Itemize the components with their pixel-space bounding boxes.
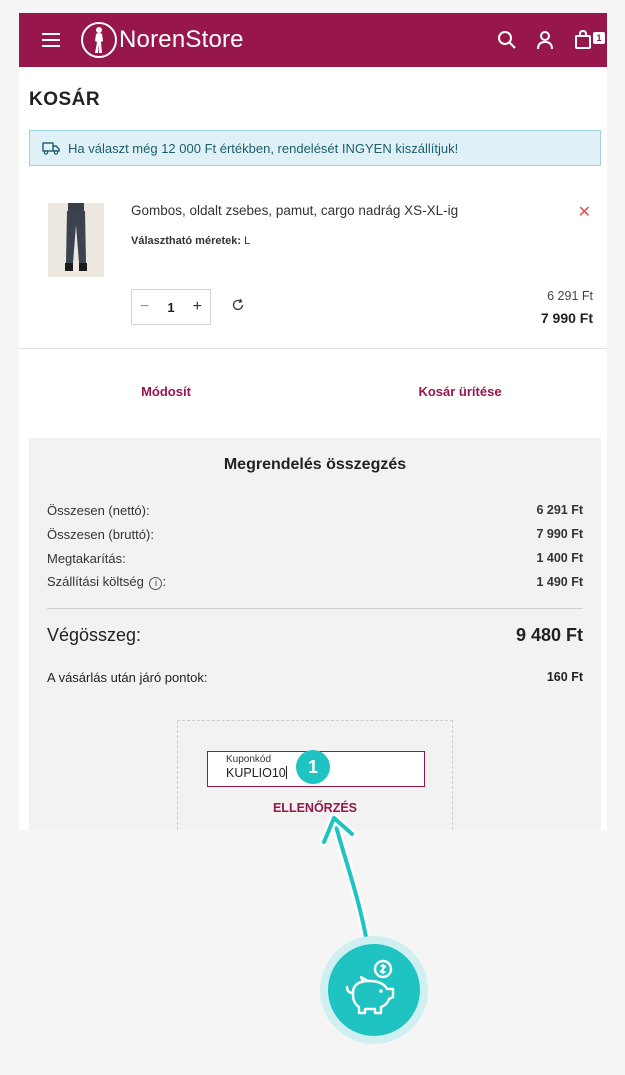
coupon-value: KUPLIO10 (226, 766, 286, 780)
summary-row-shipping: Szállítási költség i: 1 490 Ft (47, 570, 583, 594)
points-value: 160 Ft (546, 670, 583, 684)
row-colon: : (162, 574, 167, 589)
row-label: Megtakarítás: (47, 550, 126, 566)
summary-title: Megrendelés összegzés (223, 456, 407, 473)
points-label: A vásárlás után járó pontok: (47, 670, 208, 685)
total-value: 9 480 Ft (515, 625, 583, 645)
piggy-bank-badge (320, 936, 428, 1044)
cart-item: Gombos, oldalt zsebes, pamut, cargo nadr… (19, 188, 607, 349)
grand-total: Végösszeg: 9 480 Ft (29, 625, 601, 646)
product-name[interactable]: Gombos, oldalt zsebes, pamut, cargo nadr… (131, 203, 458, 218)
check-coupon-button[interactable]: ELLENŐRZÉS (178, 801, 452, 815)
total-label: Végösszeg: (47, 625, 142, 645)
loyalty-points: A vásárlás után járó pontok: 160 Ft (29, 670, 601, 685)
free-shipping-notice: Ha választ még 12 000 Ft értékben, rende… (29, 130, 601, 166)
decrease-quantity-button[interactable]: − (140, 298, 149, 316)
delivery-truck-icon (42, 142, 60, 155)
row-label: Összesen (bruttó): (47, 526, 154, 542)
product-image[interactable] (48, 203, 104, 277)
store-logo[interactable]: NorenStore (81, 22, 244, 58)
cart-icon[interactable]: 1 (571, 28, 605, 52)
page-title: KOSÁR (29, 89, 101, 110)
cart-count-badge: 1 (593, 32, 605, 44)
info-icon[interactable]: i (149, 577, 163, 590)
remove-item-icon[interactable]: ✕ (578, 202, 591, 222)
menu-icon[interactable] (39, 28, 63, 52)
modify-button[interactable]: Módosít (19, 384, 313, 399)
summary-row-net: Összesen (nettó): 6 291 Ft (47, 498, 583, 522)
notice-text: Ha választ még 12 000 Ft értékben, rende… (68, 140, 459, 156)
piggy-bank-icon (345, 959, 395, 1015)
size-label: Választható méretek: (131, 235, 242, 247)
increase-quantity-button[interactable]: + (193, 298, 202, 316)
text-caret (285, 766, 287, 779)
logo-text: NorenStore (119, 26, 244, 53)
summary-row-gross: Összesen (bruttó): 7 990 Ft (47, 522, 583, 546)
price-net: 6 291 Ft (547, 289, 593, 303)
row-value: 1 400 Ft (536, 551, 583, 565)
summary-row-savings: Megtakarítás: 1 400 Ft (47, 546, 583, 570)
price-gross: 7 990 Ft (540, 310, 593, 326)
cart-actions: Módosít Kosár ürítése (19, 349, 607, 433)
quantity-value[interactable]: 1 (167, 300, 174, 315)
cart-page: NorenStore 1 KOSÁR Ha választ még 12 000… (19, 13, 607, 830)
product-size: Választható méretek: L (131, 235, 250, 247)
row-value: 6 291 Ft (536, 503, 583, 517)
size-value: L (244, 235, 251, 247)
search-icon[interactable] (495, 28, 519, 52)
row-label: Szállítási költség (47, 574, 144, 589)
refresh-icon[interactable] (231, 298, 245, 317)
row-label: Összesen (nettó): (47, 502, 150, 518)
row-value: 7 990 Ft (536, 527, 583, 541)
user-icon[interactable] (533, 28, 557, 52)
logo-figure-icon (81, 22, 117, 58)
divider (47, 608, 583, 609)
site-header: NorenStore 1 (19, 13, 607, 67)
quantity-stepper: − 1 + (131, 289, 211, 325)
empty-cart-button[interactable]: Kosár ürítése (313, 384, 607, 399)
row-value: 1 490 Ft (536, 575, 583, 589)
step-number-badge: 1 (296, 750, 330, 784)
